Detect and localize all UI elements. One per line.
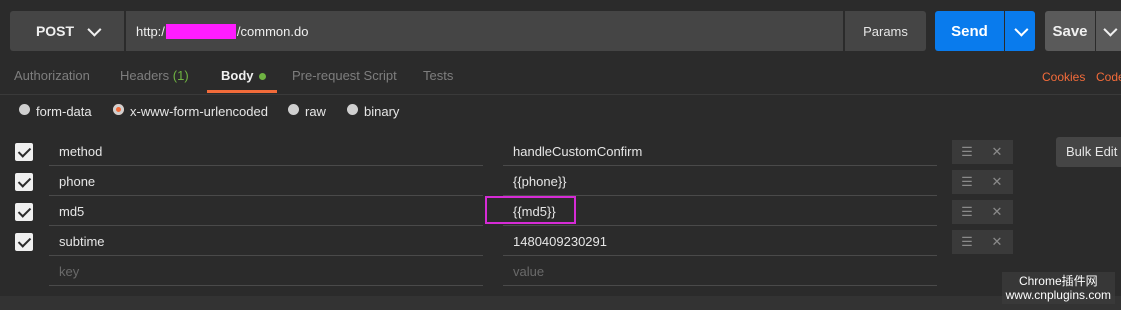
chevron-down-icon	[1014, 22, 1029, 37]
method-select[interactable]: POST	[10, 11, 124, 51]
close-icon[interactable]: ✕	[982, 204, 1012, 220]
tab-authorization[interactable]: Authorization	[14, 62, 90, 90]
table-row: phone {{phone}} ☰ ✕	[0, 167, 1121, 197]
code-link[interactable]: Code	[1096, 70, 1121, 84]
radio-circle	[19, 104, 30, 115]
close-icon[interactable]: ✕	[982, 174, 1012, 190]
redaction-block	[165, 23, 236, 39]
save-dropdown-button[interactable]	[1096, 11, 1121, 51]
row-actions: ☰ ✕	[952, 170, 1013, 194]
radio-label: binary	[364, 104, 400, 119]
key-field[interactable]: md5	[49, 197, 483, 226]
drag-handle-icon[interactable]: ☰	[952, 204, 982, 220]
row-enabled-checkbox[interactable]	[15, 143, 33, 161]
row-actions: ☰ ✕	[952, 200, 1013, 224]
headers-count: (1)	[172, 68, 189, 83]
row-enabled-checkbox[interactable]	[15, 233, 33, 251]
radio-raw[interactable]: raw	[288, 104, 326, 119]
table-row-new: key value	[0, 257, 1121, 287]
value-field[interactable]: {{phone}}	[503, 167, 937, 196]
cookies-link[interactable]: Cookies	[1042, 70, 1085, 84]
drag-handle-icon[interactable]: ☰	[952, 234, 982, 250]
active-tab-indicator	[207, 90, 277, 93]
tab-pre-request-script[interactable]: Pre-request Script	[292, 62, 397, 90]
url-input[interactable]: http:/ /common.do	[126, 11, 843, 51]
bulk-edit-button[interactable]: Bulk Edit	[1056, 137, 1121, 167]
active-dot-icon	[258, 73, 266, 81]
method-label: POST	[35, 23, 75, 39]
url-prefix: http:/	[136, 23, 165, 39]
params-button[interactable]: Params	[845, 11, 926, 51]
watermark-line2: www.cnplugins.com	[1005, 288, 1111, 302]
annotation-highlight-box	[485, 196, 576, 224]
close-icon[interactable]: ✕	[982, 234, 1012, 250]
table-row: method handleCustomConfirm ☰ ✕	[0, 137, 1121, 167]
value-field[interactable]: handleCustomConfirm	[503, 137, 937, 166]
watermark: Chrome插件网 www.cnplugins.com	[1001, 272, 1115, 304]
tab-label: Authorization	[14, 68, 90, 83]
tab-label: Pre-request Script	[292, 68, 397, 83]
send-dropdown-button[interactable]	[1005, 11, 1035, 51]
tab-label: Body	[221, 68, 254, 83]
chevron-down-icon	[1102, 22, 1117, 37]
radio-binary[interactable]: binary	[347, 104, 399, 119]
bottom-divider	[0, 296, 1121, 310]
table-row: subtime 1480409230291 ☰ ✕	[0, 227, 1121, 257]
key-field[interactable]: subtime	[49, 227, 483, 256]
row-enabled-checkbox[interactable]	[15, 173, 33, 191]
value-field[interactable]: 1480409230291	[503, 227, 937, 256]
chevron-down-icon	[87, 22, 102, 37]
tab-tests[interactable]: Tests	[423, 62, 453, 90]
drag-handle-icon[interactable]: ☰	[952, 174, 982, 190]
close-icon[interactable]: ✕	[982, 144, 1012, 160]
radio-circle	[288, 104, 299, 115]
tab-headers[interactable]: Headers (1)	[120, 62, 189, 90]
save-button[interactable]: Save	[1045, 11, 1095, 51]
send-button[interactable]: Send	[935, 11, 1004, 51]
request-bar: POST http:/ /common.do Params Send Save	[0, 0, 1121, 62]
new-key-field[interactable]: key	[49, 257, 483, 286]
url-suffix: /common.do	[236, 23, 309, 39]
radio-label: form-data	[36, 104, 92, 119]
row-actions: ☰ ✕	[952, 230, 1013, 254]
row-enabled-checkbox[interactable]	[15, 203, 33, 221]
watermark-line1: Chrome插件网	[1018, 274, 1098, 288]
radio-label: x-www-form-urlencoded	[130, 104, 268, 119]
key-field[interactable]: phone	[49, 167, 483, 196]
radio-form-data[interactable]: form-data	[19, 104, 92, 119]
tab-label: Headers	[120, 68, 170, 83]
request-tabs: Authorization Headers (1) Body Pre-reque…	[0, 62, 1121, 95]
drag-handle-icon[interactable]: ☰	[952, 144, 982, 160]
radio-x-www-form-urlencoded[interactable]: x-www-form-urlencoded	[113, 104, 268, 119]
new-value-field[interactable]: value	[503, 257, 937, 286]
row-actions: ☰ ✕	[952, 140, 1013, 164]
key-field[interactable]: method	[49, 137, 483, 166]
radio-circle-selected	[113, 104, 124, 115]
radio-circle	[347, 104, 358, 115]
tab-label: Tests	[423, 68, 454, 83]
radio-label: raw	[305, 104, 326, 119]
tab-body[interactable]: Body	[221, 62, 266, 90]
